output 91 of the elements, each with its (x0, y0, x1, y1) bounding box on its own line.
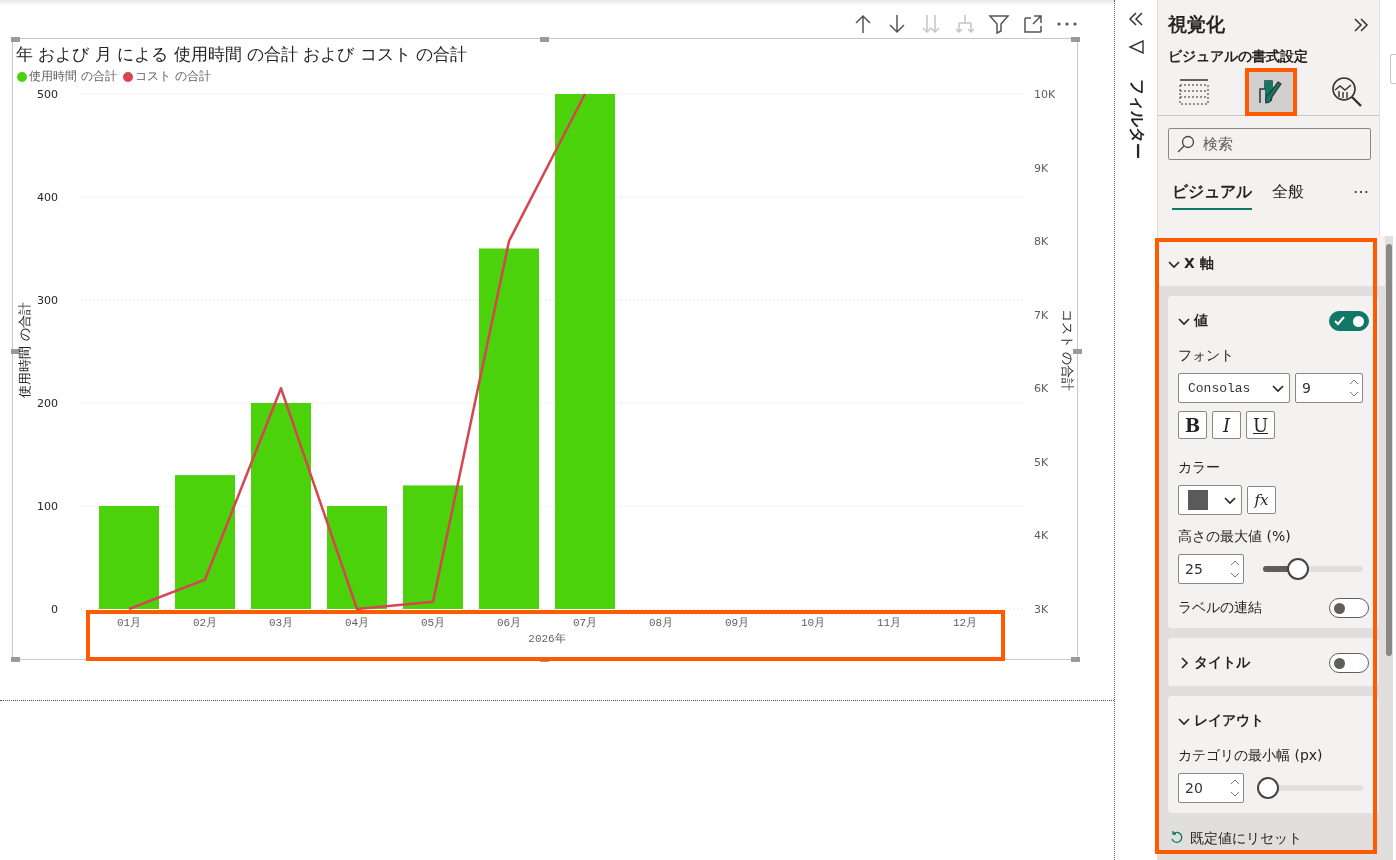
arrow-down-button[interactable] (886, 13, 908, 35)
axis-tick-label: 100 (37, 500, 58, 513)
search-field[interactable]: 検索 (1168, 128, 1371, 160)
arrow-down-icon (886, 13, 908, 35)
double-arrow-down-icon (920, 13, 942, 35)
filter-pane-label[interactable]: フィルター (1125, 78, 1147, 159)
paintbrush-chart-icon (1258, 80, 1283, 104)
chevron-down-icon (1178, 715, 1190, 727)
axis-tick-label: 3K (1034, 603, 1049, 616)
axis-tick-label: 10月 (800, 617, 826, 629)
axis-tick-label: 4K (1034, 529, 1049, 543)
spinner-arrows-icon (1230, 777, 1240, 799)
font-size-field[interactable]: 9 (1295, 373, 1363, 403)
toggle-switch[interactable] (1329, 311, 1369, 331)
axis-tick-label: 06月 (496, 617, 522, 629)
field-label: ラベルの連結 (1178, 599, 1262, 617)
axis-tick-label: 01月 (116, 617, 142, 629)
table-grid-icon (1179, 79, 1209, 105)
scrollbar[interactable] (1385, 236, 1393, 860)
text-style-button[interactable]: U (1246, 411, 1275, 439)
axis-title: 使用時間 の合計 (17, 302, 32, 398)
axis-tick-label: 03月 (268, 617, 294, 629)
slider-thumb[interactable] (1257, 777, 1279, 799)
legend-label: 使用時間 の合計 (29, 68, 117, 85)
text-style-button[interactable]: I (1212, 411, 1241, 439)
axis-title: コスト の合計 (1060, 308, 1075, 392)
axis-title: 2026年 (528, 633, 566, 645)
spinner-arrows-icon (1230, 558, 1240, 580)
tab[interactable]: 全般 (1272, 182, 1304, 210)
axis-tick-label: 6K (1034, 382, 1049, 396)
axis-tick-label: 08月 (648, 617, 674, 629)
field-label: カテゴリの最小幅 (px) (1178, 747, 1324, 765)
field-label: フォント (1178, 347, 1235, 365)
axis-tick-label: 02月 (192, 617, 218, 629)
axis-tick-label: 500 (37, 88, 58, 101)
field-label: 高さの最大値 (%) (1178, 528, 1292, 546)
axis-tick-label: 09月 (724, 617, 750, 629)
undo-icon (1170, 830, 1184, 844)
tab[interactable]: ビジュアル (1172, 182, 1252, 210)
toggle-switch[interactable] (1329, 653, 1369, 673)
number-field[interactable]: 20 (1178, 773, 1244, 803)
axis-tick-label: 07月 (572, 617, 598, 629)
collapse-button[interactable] (1128, 12, 1144, 26)
axis-tick-label: 0 (51, 603, 58, 616)
card-header[interactable]: タイトル (1178, 654, 1250, 672)
font-dropdown[interactable]: Consolas (1178, 373, 1290, 403)
expand-button[interactable] (1353, 18, 1369, 32)
legend-label: コスト の合計 (134, 68, 211, 85)
double-chevron-left-icon (1128, 12, 1144, 26)
slider-thumb[interactable] (1287, 558, 1309, 580)
check-icon (1334, 316, 1345, 326)
chevron-down-icon (1272, 382, 1284, 394)
branch-arrow-down-icon (954, 13, 976, 35)
filter-icon (1128, 40, 1144, 54)
filter-button[interactable] (988, 13, 1010, 35)
axis-tick-label: 12月 (952, 617, 978, 629)
axis-tick-label: 200 (37, 397, 58, 410)
search-icon (1177, 135, 1195, 153)
card-header[interactable]: 値 (1178, 312, 1208, 330)
more-button[interactable]: ⋯ (1353, 182, 1369, 201)
pane-title: 視覚化 (1168, 12, 1225, 37)
toggle-switch[interactable] (1329, 598, 1369, 618)
axis-tick-label: 11月 (876, 617, 902, 629)
axis-tick-label: 5K (1034, 455, 1049, 469)
spinner-arrows-icon (1349, 377, 1359, 399)
axis-tick-label: 8K (1034, 235, 1049, 249)
axis-tick-label: 9K (1034, 161, 1049, 175)
pane-subtitle: ビジュアルの書式設定 (1167, 47, 1309, 66)
text-style-button[interactable]: B (1178, 411, 1207, 439)
double-chevron-right-icon (1353, 18, 1369, 32)
chevron-down-icon (1178, 315, 1190, 327)
chevron-down-icon (1168, 258, 1180, 270)
card-header[interactable]: レイアウト (1178, 712, 1264, 730)
chevron-right-icon (1178, 657, 1190, 669)
focus-mode-icon (1022, 13, 1044, 35)
axis-tick-label: 400 (37, 191, 58, 204)
filter-icon (988, 13, 1010, 35)
axis-tick-label: 04月 (344, 617, 370, 629)
chevron-down-icon (1224, 494, 1236, 506)
axis-tick-label: 10K (1034, 88, 1056, 101)
chart-title: 年 および 月 による 使用時間 の合計 および コスト の合計 (16, 43, 468, 66)
more-icon (1057, 22, 1077, 26)
color-picker[interactable] (1178, 485, 1242, 515)
number-field[interactable]: 25 (1178, 554, 1244, 584)
magnifier-chart-icon (1332, 77, 1362, 107)
focus-mode-button[interactable] (1022, 13, 1044, 35)
field-label: カラー (1178, 459, 1221, 477)
axis-tick-label: 300 (37, 294, 58, 307)
formula-button[interactable]: fx (1247, 486, 1276, 514)
axis-tick-label: 05月 (420, 617, 446, 629)
axis-tick-label: 7K (1034, 308, 1049, 322)
